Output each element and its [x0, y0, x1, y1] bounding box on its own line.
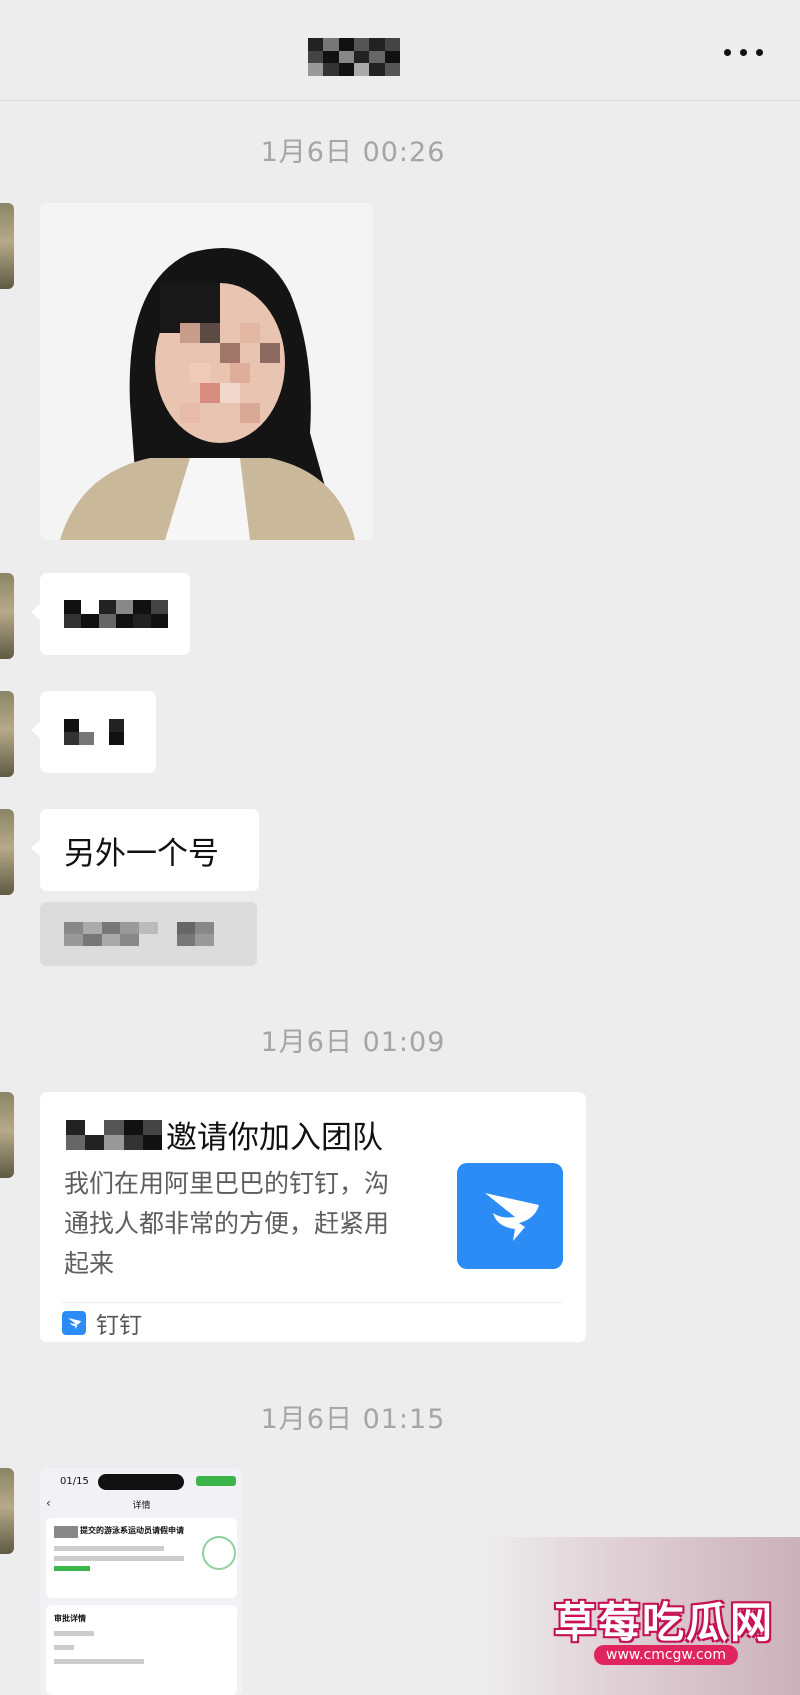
invite-description: 我们在用阿里巴巴的钉钉，沟通找人都非常的方便，赶紧用起来 [64, 1169, 390, 1278]
screenshot-nav-title: 详情 [132, 1501, 151, 1511]
watermark-url: www.cmcgw.com [594, 1645, 738, 1665]
text-message[interactable] [31, 691, 156, 773]
timestamp: 1月6日 01:15 [260, 1404, 446, 1435]
screenshot-status-time: 01/15 [60, 1476, 89, 1487]
battery-icon [196, 1476, 236, 1486]
redacted-mosaic [54, 1526, 78, 1538]
quoted-message[interactable] [40, 902, 257, 966]
image-message[interactable] [40, 203, 373, 540]
dynamic-island [98, 1474, 184, 1490]
avatar[interactable] [0, 203, 14, 289]
invite-card[interactable]: 邀请你加入团队 我们在用阿里巴巴的钉钉，沟通找人都非常的方便，赶紧用起来 钉钉 [40, 1092, 586, 1342]
text-message[interactable] [31, 573, 190, 655]
redacted-mosaic [66, 1119, 162, 1150]
avatar[interactable] [0, 809, 14, 895]
image-message-screenshot[interactable]: 01/15 ‹ 详情 提交的游泳系运动员请假申请 审批详情 [40, 1468, 243, 1695]
avatar[interactable] [0, 1092, 14, 1178]
message-text: 另外一个号 [64, 835, 219, 872]
screenshot-section-title: 审批详情 [54, 1614, 86, 1623]
site-watermark: 草莓吃瓜网 www.cmcgw.com [484, 1537, 800, 1695]
more-dots-icon[interactable] [722, 46, 766, 58]
redacted-mosaic [64, 922, 214, 946]
screenshot-request-title: 提交的游泳系运动员请假申请 [80, 1526, 184, 1535]
placeholder-line [54, 1659, 144, 1664]
placeholder-line [54, 1645, 74, 1650]
redacted-mosaic [64, 719, 124, 745]
status-line [54, 1566, 90, 1571]
redacted-mosaic [64, 600, 168, 628]
screenshot-approval-section: 审批详情 [46, 1605, 237, 1695]
avatar[interactable] [0, 691, 14, 777]
timestamp: 1月6日 01:09 [260, 1027, 446, 1058]
placeholder-line [54, 1631, 94, 1636]
screenshot-request-card: 提交的游泳系运动员请假申请 [46, 1518, 237, 1598]
placeholder-line [54, 1556, 184, 1561]
avatar[interactable] [0, 573, 14, 659]
placeholder-line [54, 1546, 164, 1551]
invite-source: 钉钉 [62, 1302, 562, 1343]
invite-source-label: 钉钉 [96, 1313, 142, 1339]
watermark-text: 草莓吃瓜网 [554, 1598, 775, 1647]
timestamp: 1月6日 00:26 [260, 137, 446, 168]
approved-stamp [202, 1536, 236, 1570]
invite-title: 邀请你加入团队 [66, 1112, 383, 1157]
chat-header [0, 0, 800, 101]
invite-title-text: 邀请你加入团队 [166, 1120, 383, 1156]
portrait-photo [40, 203, 373, 540]
dingtalk-small-icon [62, 1311, 86, 1335]
avatar[interactable] [0, 1468, 14, 1554]
text-message[interactable]: 另外一个号 [31, 809, 259, 891]
dingtalk-logo-icon [457, 1163, 563, 1269]
chat-title-redacted [308, 38, 400, 76]
